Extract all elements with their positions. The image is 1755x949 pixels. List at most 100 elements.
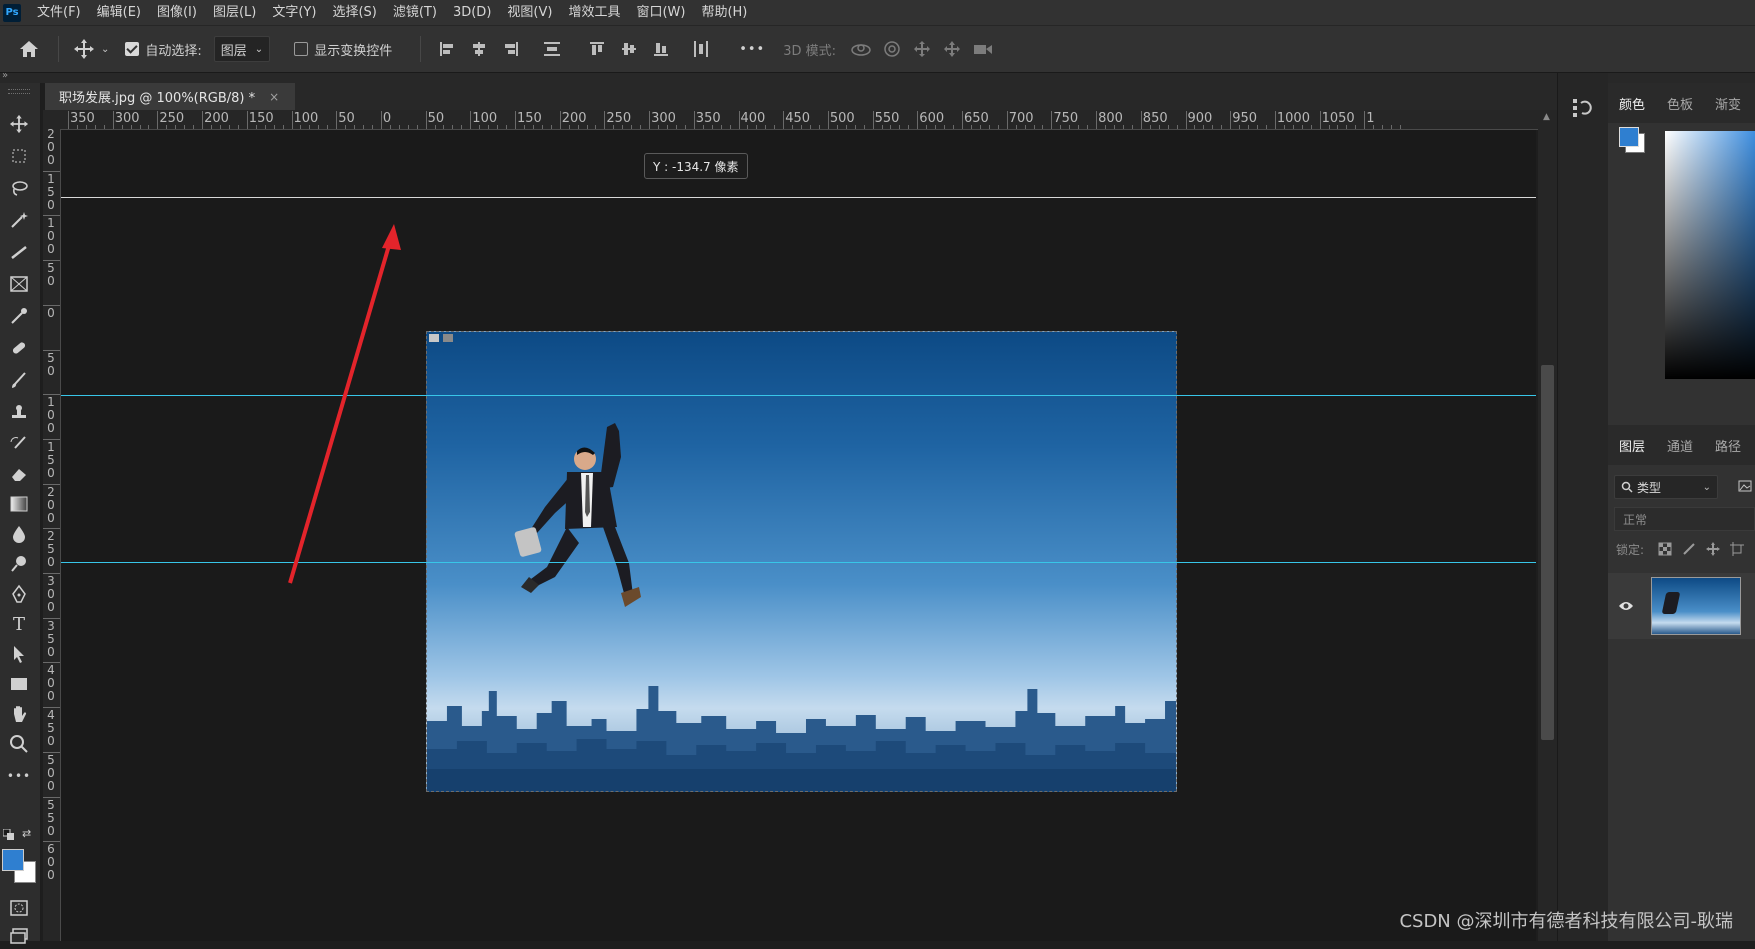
3d-slide-icon[interactable]: [942, 40, 962, 58]
3d-pan-icon[interactable]: [912, 40, 932, 58]
3d-camera-icon[interactable]: [972, 40, 994, 58]
eye-icon[interactable]: [1618, 600, 1634, 612]
eraser-tool-icon[interactable]: [5, 461, 33, 487]
dodge-tool-icon[interactable]: [5, 551, 33, 577]
screen-mode-icon[interactable]: [5, 923, 33, 949]
menu-3d[interactable]: 3D(D): [445, 0, 499, 25]
align-bottom-icon[interactable]: [653, 41, 669, 57]
menu-file[interactable]: 文件(F): [29, 0, 89, 25]
document-tab[interactable]: 职场发展.jpg @ 100%(RGB/8) * ×: [45, 83, 295, 110]
align-left-icon[interactable]: [439, 41, 455, 57]
guide-line-dragging[interactable]: [61, 197, 1536, 198]
menu-image[interactable]: 图像(I): [149, 0, 205, 25]
move-tool-icon[interactable]: [73, 38, 95, 60]
lock-transparent-icon[interactable]: [1658, 542, 1672, 556]
align-horizontal-center-icon[interactable]: [471, 41, 487, 57]
pen-tool-icon[interactable]: [5, 581, 33, 607]
stamp-tool-icon[interactable]: [5, 399, 33, 425]
swap-colors-icon[interactable]: ⇄: [22, 827, 31, 840]
tab-channels[interactable]: 通道: [1656, 425, 1704, 465]
foreground-color-swatch[interactable]: [2, 849, 24, 871]
auto-select-checkbox[interactable]: [125, 42, 140, 56]
align-top-icon[interactable]: [589, 41, 605, 57]
scroll-up-icon[interactable]: ▲: [1543, 112, 1550, 122]
frame-tool-icon[interactable]: [5, 271, 33, 297]
ruler-label: 150: [248, 111, 274, 126]
ruler-minor-tick: [461, 125, 463, 129]
quick-mask-icon[interactable]: [5, 895, 33, 921]
more-options-icon[interactable]: •••: [739, 42, 765, 57]
distribute-horizontal-icon[interactable]: [693, 40, 709, 58]
chevron-down-icon[interactable]: ⌄: [101, 44, 109, 55]
ruler-minor-tick: [765, 125, 767, 129]
ruler-tick: [68, 111, 69, 129]
close-icon[interactable]: ×: [269, 90, 279, 104]
vertical-ruler[interactable]: 2001501005005010015020025030035040045050…: [43, 129, 61, 941]
distribute-vertical-icon[interactable]: [543, 41, 561, 57]
ruler-label: 1000: [1276, 111, 1310, 126]
menu-select[interactable]: 选择(S): [324, 0, 384, 25]
menu-help[interactable]: 帮助(H): [693, 0, 755, 25]
hand-tool-icon[interactable]: [5, 701, 33, 727]
auto-select-target-dropdown[interactable]: 图层 ⌄: [213, 36, 271, 62]
menu-window[interactable]: 窗口(W): [628, 0, 693, 25]
tab-gradients[interactable]: 渐变: [1704, 83, 1752, 123]
zoom-tool-icon[interactable]: [5, 731, 33, 757]
tab-swatches[interactable]: 色板: [1656, 83, 1704, 123]
filter-by-image-icon[interactable]: [1738, 479, 1752, 493]
path-selection-icon[interactable]: [5, 641, 33, 667]
eyedropper-tool-icon[interactable]: [5, 303, 33, 329]
rectangle-tool-icon[interactable]: [5, 671, 33, 697]
menu-layer[interactable]: 图层(L): [205, 0, 264, 25]
ruler-minor-tick: [282, 125, 284, 129]
selection-brush-icon[interactable]: [5, 239, 33, 265]
lock-position-icon[interactable]: [1706, 542, 1720, 556]
ruler-minor-tick: [416, 125, 418, 129]
lock-artboard-icon[interactable]: [1730, 542, 1744, 556]
ruler-minor-tick: [1212, 125, 1214, 129]
ruler-label: 600: [919, 111, 945, 126]
history-brush-icon[interactable]: [5, 431, 33, 457]
color-picker-field[interactable]: [1665, 131, 1755, 379]
blend-mode-dropdown[interactable]: 正常: [1614, 507, 1755, 531]
layer-row[interactable]: [1608, 573, 1755, 639]
more-tools-icon[interactable]: •••: [5, 763, 33, 789]
horizontal-ruler[interactable]: 350 300 250 200 150 100 50 0 50 100 150 200 250 300 35…: [60, 110, 1538, 130]
menu-edit[interactable]: 编辑(E): [89, 0, 149, 25]
show-transform-checkbox[interactable]: [294, 42, 309, 56]
history-panel-icon[interactable]: [1572, 97, 1594, 119]
healing-brush-icon[interactable]: [5, 335, 33, 361]
marquee-tool-icon[interactable]: [5, 143, 33, 169]
expand-left-icon[interactable]: »: [2, 70, 8, 81]
brush-tool-icon[interactable]: [5, 367, 33, 393]
layer-filter-dropdown[interactable]: 类型 ⌄: [1614, 475, 1718, 499]
align-vertical-center-icon[interactable]: [621, 41, 637, 57]
type-tool-icon[interactable]: T: [5, 611, 33, 637]
align-right-icon[interactable]: [503, 41, 519, 57]
menu-plugins[interactable]: 增效工具: [560, 0, 628, 25]
ruler-minor-tick: [818, 125, 820, 129]
lock-pixels-icon[interactable]: [1682, 542, 1696, 556]
vertical-scrollbar-thumb[interactable]: [1541, 365, 1554, 740]
ruler-origin[interactable]: [43, 110, 60, 129]
lasso-tool-icon[interactable]: [5, 175, 33, 201]
magic-wand-tool-icon[interactable]: [5, 207, 33, 233]
3d-orbit-icon[interactable]: [850, 40, 872, 58]
home-icon[interactable]: [14, 39, 44, 59]
default-colors-icon[interactable]: [2, 828, 14, 840]
auto-select-target-value: 图层: [220, 43, 247, 59]
tools-grip[interactable]: [8, 89, 30, 94]
3d-roll-icon[interactable]: [882, 40, 902, 58]
menu-view[interactable]: 视图(V): [499, 0, 560, 25]
gradient-tool-icon[interactable]: [5, 491, 33, 517]
menu-filter[interactable]: 滤镜(T): [385, 0, 445, 25]
tab-layers[interactable]: 图层: [1608, 425, 1656, 465]
tab-color[interactable]: 颜色: [1608, 83, 1656, 123]
tab-paths[interactable]: 路径: [1704, 425, 1752, 465]
ruler-minor-tick: [318, 125, 320, 129]
ruler-minor-tick: [139, 125, 141, 129]
move-tool-icon[interactable]: [5, 111, 33, 137]
blur-tool-icon[interactable]: [5, 521, 33, 547]
menu-type[interactable]: 文字(Y): [264, 0, 324, 25]
foreground-color-swatch[interactable]: [1619, 127, 1639, 147]
